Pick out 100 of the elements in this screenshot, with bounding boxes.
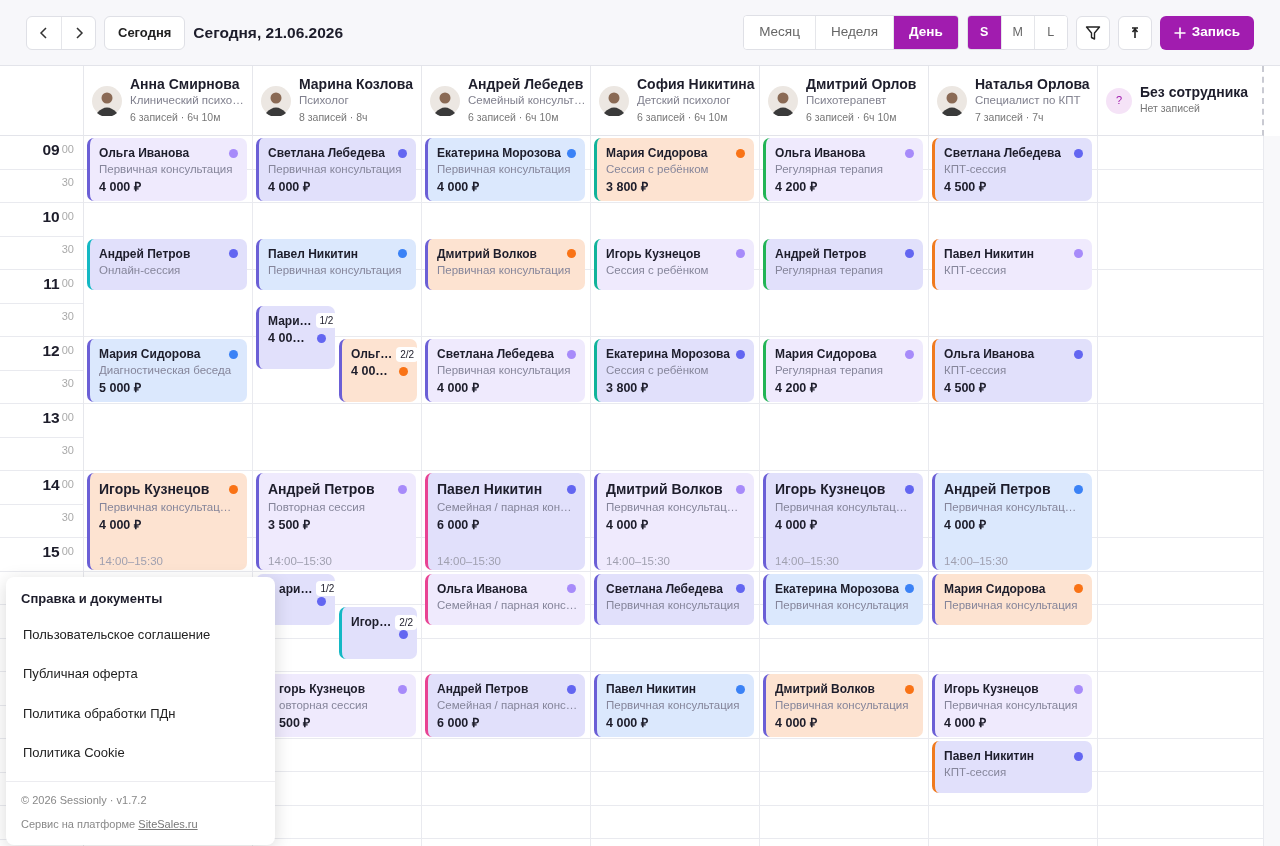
- appointment-card[interactable]: Ольга Иванова Семейная / парная конс…: [425, 573, 585, 626]
- minute-label: 30: [61, 309, 74, 323]
- price: 4 000 ₽: [606, 715, 649, 733]
- appointment-card[interactable]: Дмитрий Волков Первичная консультац… 4 000 ₽ 14:00–15:30: [594, 473, 754, 570]
- appointment-card[interactable]: Екатерина Морозова Первичная консультация 4 000 ₽: [425, 138, 585, 201]
- appointment-card[interactable]: Светлана Лебедева Первичная консультация: [594, 573, 754, 626]
- avatar: [937, 85, 967, 116]
- size-option[interactable]: L: [1033, 16, 1067, 49]
- client-name: Ольга Иванова: [437, 580, 528, 597]
- service-name: Сессия с ребёнком: [606, 363, 710, 379]
- price: 4 500 ₽: [944, 179, 987, 197]
- price: 4 000 ₽: [99, 179, 142, 197]
- appointment-card[interactable]: Андрей Петров Онлайн-сессия: [87, 238, 247, 291]
- client-name: Мария Сидорова: [944, 580, 1046, 597]
- staff-name: Анна Смирнова: [130, 75, 241, 93]
- price: 4 000 ₽: [775, 715, 818, 733]
- appointment-card[interactable]: Андрей Петров Семейная / парная конс… 6 000 ₽: [425, 674, 585, 737]
- new-appointment-button[interactable]: Запись: [1159, 15, 1254, 50]
- appointment-card[interactable]: Мари… 1/2 4 00…: [256, 305, 335, 369]
- appointment-card[interactable]: Дмитрий Волков Первичная консультация 4 000 ₽: [763, 674, 923, 737]
- platform-text: Сервис на платформе SiteSales.ru: [21, 817, 199, 832]
- client-name: Игорь Кузнецов: [775, 480, 886, 499]
- client-name: Дмитрий Волков: [606, 480, 723, 499]
- staff-name: Без сотрудника: [1140, 84, 1249, 101]
- today-button[interactable]: Сегодня: [104, 15, 186, 50]
- client-name: Павел Никитин: [944, 748, 1035, 765]
- price: 6 000 ₽: [437, 715, 480, 733]
- appointment-card[interactable]: Екатерина Морозова Сессия с ребёнком 3 800 ₽: [594, 339, 754, 402]
- service-name: КПТ-сессия: [944, 162, 1008, 178]
- minute-label: 00: [61, 343, 74, 358]
- service-name: Первичная консультация: [606, 698, 741, 714]
- appointment-card[interactable]: Павел Никитин Первичная консультация 4 000 ₽: [594, 674, 754, 737]
- price: 3 800 ₽: [606, 380, 649, 398]
- appointment-card[interactable]: Мария Сидорова Первичная консультация: [932, 573, 1092, 626]
- appointment-card[interactable]: Мария Сидорова Сессия с ребёнком 3 800 ₽: [594, 138, 754, 201]
- scrollbar-track[interactable]: [1264, 136, 1280, 846]
- appointment-card[interactable]: Павел Никитин Семейная / парная кон… 6 000 ₽ 14:00–15:30: [425, 473, 585, 570]
- client-name: Ольга Иванова: [99, 145, 190, 162]
- size-option[interactable]: S: [967, 16, 1001, 49]
- view-tab[interactable]: День: [893, 16, 958, 49]
- hour-label: 09: [42, 142, 60, 158]
- minute-label: 30: [61, 242, 74, 256]
- time-range: 14:00–15:30: [606, 553, 671, 569]
- appointment-card[interactable]: Павел Никитин КПТ-сессия: [932, 238, 1092, 291]
- appointment-card[interactable]: Игор… 2/2: [339, 607, 417, 659]
- client-name: Андрей Петров: [268, 480, 375, 499]
- staff-role: Специалист по КПТ: [975, 93, 1082, 109]
- service-name: Первичная консультация: [775, 597, 910, 613]
- staff-role: Семейный консульт…: [468, 93, 586, 109]
- client-name: Дмитрий Волков: [437, 245, 537, 262]
- staff-stats: 6 записей · 6ч 10м: [130, 109, 222, 125]
- appointment-card[interactable]: Игорь Кузнецов Первичная консультация 4 000 ₽: [932, 674, 1092, 737]
- appointment-card[interactable]: Светлана Лебедева Первичная консультация 4 000 ₽: [425, 339, 585, 402]
- minute-label: 00: [61, 142, 74, 157]
- minute-label: 00: [61, 410, 74, 425]
- service-name: Диагностическая беседа: [99, 363, 233, 379]
- appointment-card[interactable]: Екатерина Морозова Первичная консультация: [763, 573, 923, 626]
- filter-button[interactable]: [1075, 15, 1110, 50]
- appointment-card[interactable]: Дмитрий Волков Первичная консультация: [425, 238, 585, 291]
- service-name: КПТ-сессия: [944, 765, 1008, 781]
- appointment-card[interactable]: Андрей Петров Регулярная терапия: [763, 238, 923, 291]
- staff-stats: Нет записей: [1140, 101, 1201, 116]
- appointment-card[interactable]: Ольг… 2/2 4 00…: [339, 339, 417, 402]
- appointment-card[interactable]: Андрей Петров Первичная консультац… 4 000 ₽ 14:00–15:30: [932, 473, 1092, 570]
- appointment-card[interactable]: Игорь Кузнецов Сессия с ребёнком: [594, 238, 754, 291]
- price: 4 000 ₽: [606, 517, 649, 535]
- staff-role: Детский психолог: [637, 93, 732, 109]
- appointment-card[interactable]: Ольга Иванова Первичная консультация 4 000 ₽: [87, 138, 247, 201]
- appointment-card[interactable]: Андрей Петров Повторная сессия 3 500 ₽ 14:00–15:30: [256, 473, 416, 570]
- client-name: Мария Сидорова: [99, 346, 201, 363]
- menu-title: Справка и документы: [20, 590, 164, 608]
- client-name: Мария Сидорова: [606, 145, 708, 162]
- staff-name: Наталья Орлова: [975, 75, 1090, 93]
- appointment-card[interactable]: Ольга Иванова Регулярная терапия 4 200 ₽: [763, 138, 923, 201]
- appointment-card[interactable]: Павел Никитин Первичная консультация: [256, 238, 416, 291]
- service-name: Первичная консультация: [99, 162, 234, 178]
- appointment-card[interactable]: Мария Сидорова Диагностическая беседа 5 000 ₽: [87, 339, 247, 402]
- appointment-card[interactable]: Светлана Лебедева Первичная консультация 4 000 ₽: [256, 138, 416, 201]
- price: 500 ₽: [279, 715, 312, 733]
- avatar: [261, 85, 291, 116]
- service-name: Семейная / парная конс…: [437, 698, 576, 714]
- appointment-card[interactable]: Игорь Кузнецов Первичная консультац… 4 000 ₽ 14:00–15:30: [763, 473, 923, 570]
- overlap-badge: 2/2: [396, 346, 417, 362]
- appointment-card[interactable]: Светлана Лебедева КПТ-сессия 4 500 ₽: [932, 138, 1092, 201]
- upload-button[interactable]: [1117, 15, 1152, 50]
- appointment-card[interactable]: Ольга Иванова КПТ-сессия 4 500 ₽: [932, 339, 1092, 402]
- hour-label: 15: [42, 544, 60, 560]
- client-name: Екатерина Морозова: [606, 346, 730, 363]
- minute-label: 00: [61, 477, 74, 492]
- price: 4 000 ₽: [99, 517, 142, 535]
- chevron-left-icon: [38, 26, 50, 39]
- price: 3 800 ₽: [606, 179, 649, 197]
- appointment-card[interactable]: Мария Сидорова Регулярная терапия 4 200 ₽: [763, 339, 923, 402]
- appointment-card[interactable]: Игорь Кузнецов Первичная консультац… 4 000 ₽ 14:00–15:30: [87, 473, 247, 570]
- client-name: Андрей Петров: [437, 681, 529, 698]
- hour-label: 13: [42, 410, 60, 426]
- service-name: Первичная консультация: [944, 597, 1079, 613]
- appointment-card[interactable]: Павел Никитин КПТ-сессия: [932, 741, 1092, 793]
- service-name: Первичная консультац…: [775, 499, 909, 515]
- platform-link[interactable]: SiteSales.ru: [138, 818, 198, 830]
